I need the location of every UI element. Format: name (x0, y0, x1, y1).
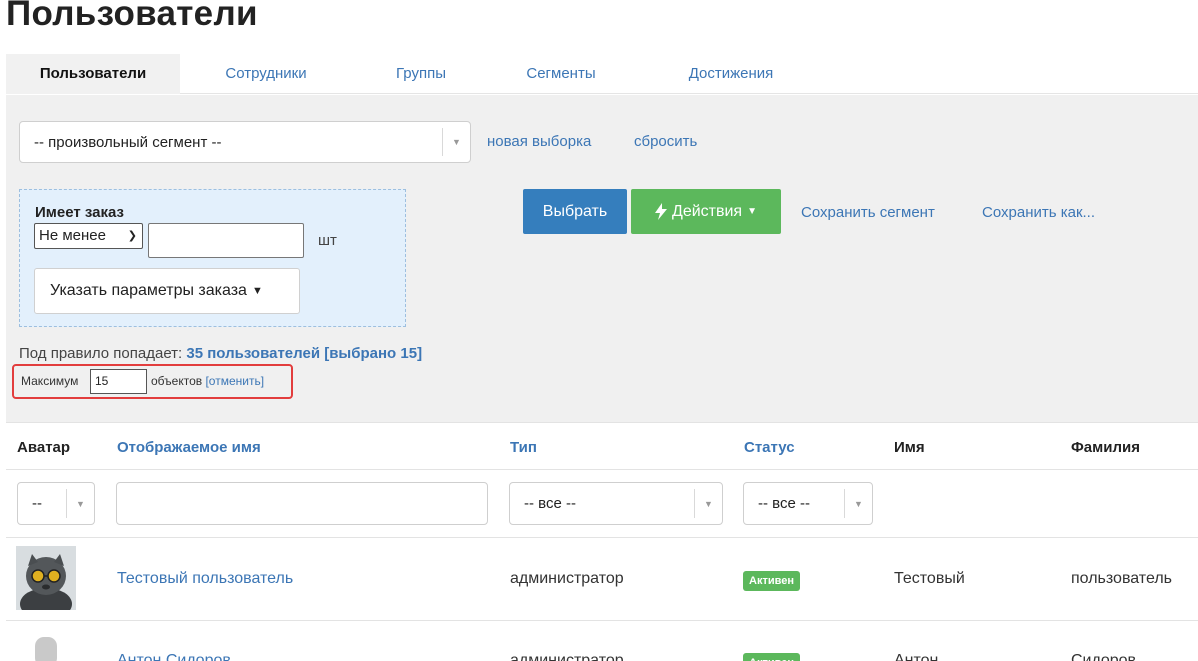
save-segment-link[interactable]: Сохранить сегмент (801, 204, 935, 221)
lightning-icon (654, 203, 667, 220)
order-params-label: Указать параметры заказа (50, 282, 247, 299)
last-name-cell: пользователь (1071, 570, 1172, 587)
last-name-cell: Сидоров (1071, 652, 1137, 661)
rule-summary: Под правило попадает: 35 пользователей [… (19, 345, 422, 362)
actions-button-label: Действия (671, 202, 743, 220)
segment-select[interactable]: -- произвольный сегмент -- ▼ (19, 121, 471, 163)
chevron-down-icon: ❯ (127, 230, 137, 242)
rule-title: Имеет заказ (35, 204, 124, 221)
limit-input[interactable]: 15 (90, 369, 147, 394)
limit-label: Максимум (21, 374, 79, 388)
page-title: Пользователи (6, 0, 258, 33)
type-filter-select[interactable]: -- все -- ▼ (509, 482, 723, 525)
default-avatar-icon (35, 637, 57, 661)
chevron-down-icon: ▼ (694, 489, 722, 518)
divider (6, 537, 1198, 538)
first-name-cell: Антон (894, 652, 939, 661)
reset-link[interactable]: сбросить (634, 133, 697, 150)
first-name-cell: Тестовый (894, 570, 965, 587)
divider (6, 422, 1198, 423)
order-params-button[interactable]: Указать параметры заказа ▼ (34, 268, 300, 314)
operator-select[interactable]: Не менее ❯ (34, 223, 143, 249)
caret-down-icon: ▼ (251, 285, 263, 297)
divider (6, 469, 1198, 470)
choose-button[interactable]: Выбрать (523, 189, 627, 234)
avatar-filter-select[interactable]: -- ▼ (17, 482, 95, 525)
column-header-type[interactable]: Тип (510, 439, 537, 456)
chevron-down-icon: ▼ (66, 489, 94, 518)
unit-label: шт (318, 232, 337, 249)
new-selection-link[interactable]: новая выборка (487, 133, 591, 150)
tab-employees[interactable]: Сотрудники (206, 54, 326, 94)
column-header-avatar: Аватар (17, 439, 71, 456)
chevron-down-icon: ▼ (844, 489, 872, 518)
status-badge: Активен (743, 653, 800, 661)
display-name-link[interactable]: Тестовый пользователь (117, 570, 293, 588)
avatar (16, 546, 76, 610)
cat-photo-avatar (16, 546, 76, 610)
avatar-filter-value: -- (32, 495, 42, 512)
limit-box: Максимум 15 объектов [отменить] (12, 364, 293, 399)
column-header-display-name[interactable]: Отображаемое имя (117, 439, 261, 456)
segment-select-value: -- произвольный сегмент -- (34, 133, 222, 151)
type-cell: администратор (510, 652, 624, 661)
rule-box: Имеет заказ Не менее ❯ шт Указать параме… (19, 189, 406, 327)
status-filter-value: -- все -- (758, 495, 810, 512)
quantity-input[interactable] (148, 223, 304, 258)
status-filter-select[interactable]: -- все -- ▼ (743, 482, 873, 525)
tab-achievements[interactable]: Достижения (671, 54, 791, 94)
divider (6, 620, 1198, 621)
tab-groups[interactable]: Группы (376, 54, 466, 94)
column-header-first-name: Имя (894, 439, 925, 456)
status-badge: Активен (743, 571, 800, 591)
tab-users[interactable]: Пользователи (6, 54, 180, 94)
caret-down-icon: ▼ (747, 206, 757, 217)
display-name-link[interactable]: Антон Сидоров (117, 652, 231, 661)
tab-bar: Пользователи Сотрудники Группы Сегменты … (6, 54, 1198, 94)
avatar (16, 631, 76, 661)
matched-count-link[interactable]: 35 пользователей [выбрано 15] (186, 345, 422, 362)
limit-cancel-link[interactable]: [отменить] (205, 374, 264, 388)
save-as-link[interactable]: Сохранить как... (982, 204, 1095, 221)
type-filter-value: -- все -- (524, 495, 576, 512)
choose-button-label: Выбрать (542, 202, 608, 220)
operator-select-value: Не менее (39, 227, 106, 244)
tab-segments[interactable]: Сегменты (511, 54, 611, 94)
display-name-filter-input[interactable] (116, 482, 488, 525)
actions-button[interactable]: Действия ▼ (631, 189, 781, 234)
summary-prefix: Под правило попадает: (19, 345, 183, 362)
limit-unit: объектов (151, 374, 203, 388)
type-cell: администратор (510, 570, 624, 587)
chevron-down-icon: ▼ (442, 128, 470, 156)
column-header-status[interactable]: Статус (744, 439, 795, 456)
column-header-last-name: Фамилия (1071, 439, 1140, 456)
